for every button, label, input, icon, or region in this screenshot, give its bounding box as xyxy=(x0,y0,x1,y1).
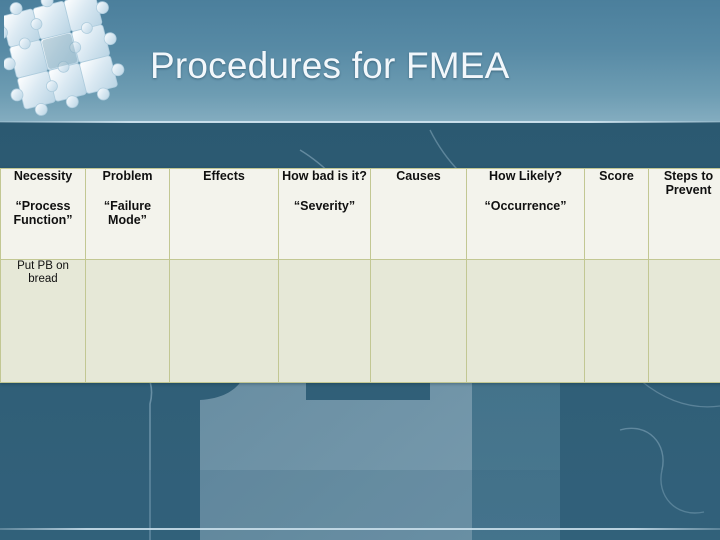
header-label: Score xyxy=(599,169,634,183)
header-alt-label: “Severity” xyxy=(293,199,356,213)
table-cell-steps-to-prevent[interactable] xyxy=(648,259,720,383)
table-header-cell-causes[interactable]: Causes xyxy=(370,168,467,260)
table-header-cell-problem[interactable]: Problem “Failure Mode” xyxy=(85,168,170,260)
header-label: Effects xyxy=(203,169,245,183)
table-header-cell-how-likely[interactable]: How Likely? “Occurrence” xyxy=(466,168,585,260)
table-cell-how-bad[interactable] xyxy=(278,259,371,383)
table-cell-effects[interactable] xyxy=(169,259,279,383)
fmea-table: Necessity “Process Function” Problem “Fa… xyxy=(0,168,720,383)
jigsaw-puzzle-icon xyxy=(0,0,132,146)
header-label: Steps to Prevent xyxy=(663,169,714,197)
table-header-cell-score[interactable]: Score xyxy=(584,168,649,260)
header-label: How bad is it? xyxy=(282,169,367,183)
table-cell-problem[interactable] xyxy=(85,259,170,383)
table-header-cell-steps-to-prevent[interactable]: Steps to Prevent xyxy=(648,168,720,260)
table-header-cell-how-bad[interactable]: How bad is it? “Severity” xyxy=(278,168,371,260)
bottom-divider-rule xyxy=(0,528,720,530)
table-cell-necessity[interactable]: Put PB on bread xyxy=(0,259,86,383)
table-row: Put PB on bread xyxy=(0,259,720,383)
header-alt-label: “Failure Mode” xyxy=(103,199,152,227)
header-label: Problem xyxy=(102,169,153,183)
table-header-cell-necessity[interactable]: Necessity “Process Function” xyxy=(0,168,86,260)
slide-canvas: Procedures for FMEA Necessity “Process F… xyxy=(0,0,720,540)
table-header-cell-effects[interactable]: Effects xyxy=(169,168,279,260)
header-label: Necessity xyxy=(13,169,73,183)
page-title: Procedures for FMEA xyxy=(150,45,510,86)
table-header-row: Necessity “Process Function” Problem “Fa… xyxy=(0,168,720,260)
table-cell-score[interactable] xyxy=(584,259,649,383)
header-alt-label: “Occurrence” xyxy=(484,199,567,213)
header-alt-label: “Process Function” xyxy=(13,199,73,227)
cell-text: Put PB on bread xyxy=(17,260,69,285)
table-cell-how-likely[interactable] xyxy=(466,259,585,383)
header-label: How Likely? xyxy=(489,169,562,183)
table-cell-causes[interactable] xyxy=(370,259,467,383)
header-label: Causes xyxy=(396,169,441,183)
